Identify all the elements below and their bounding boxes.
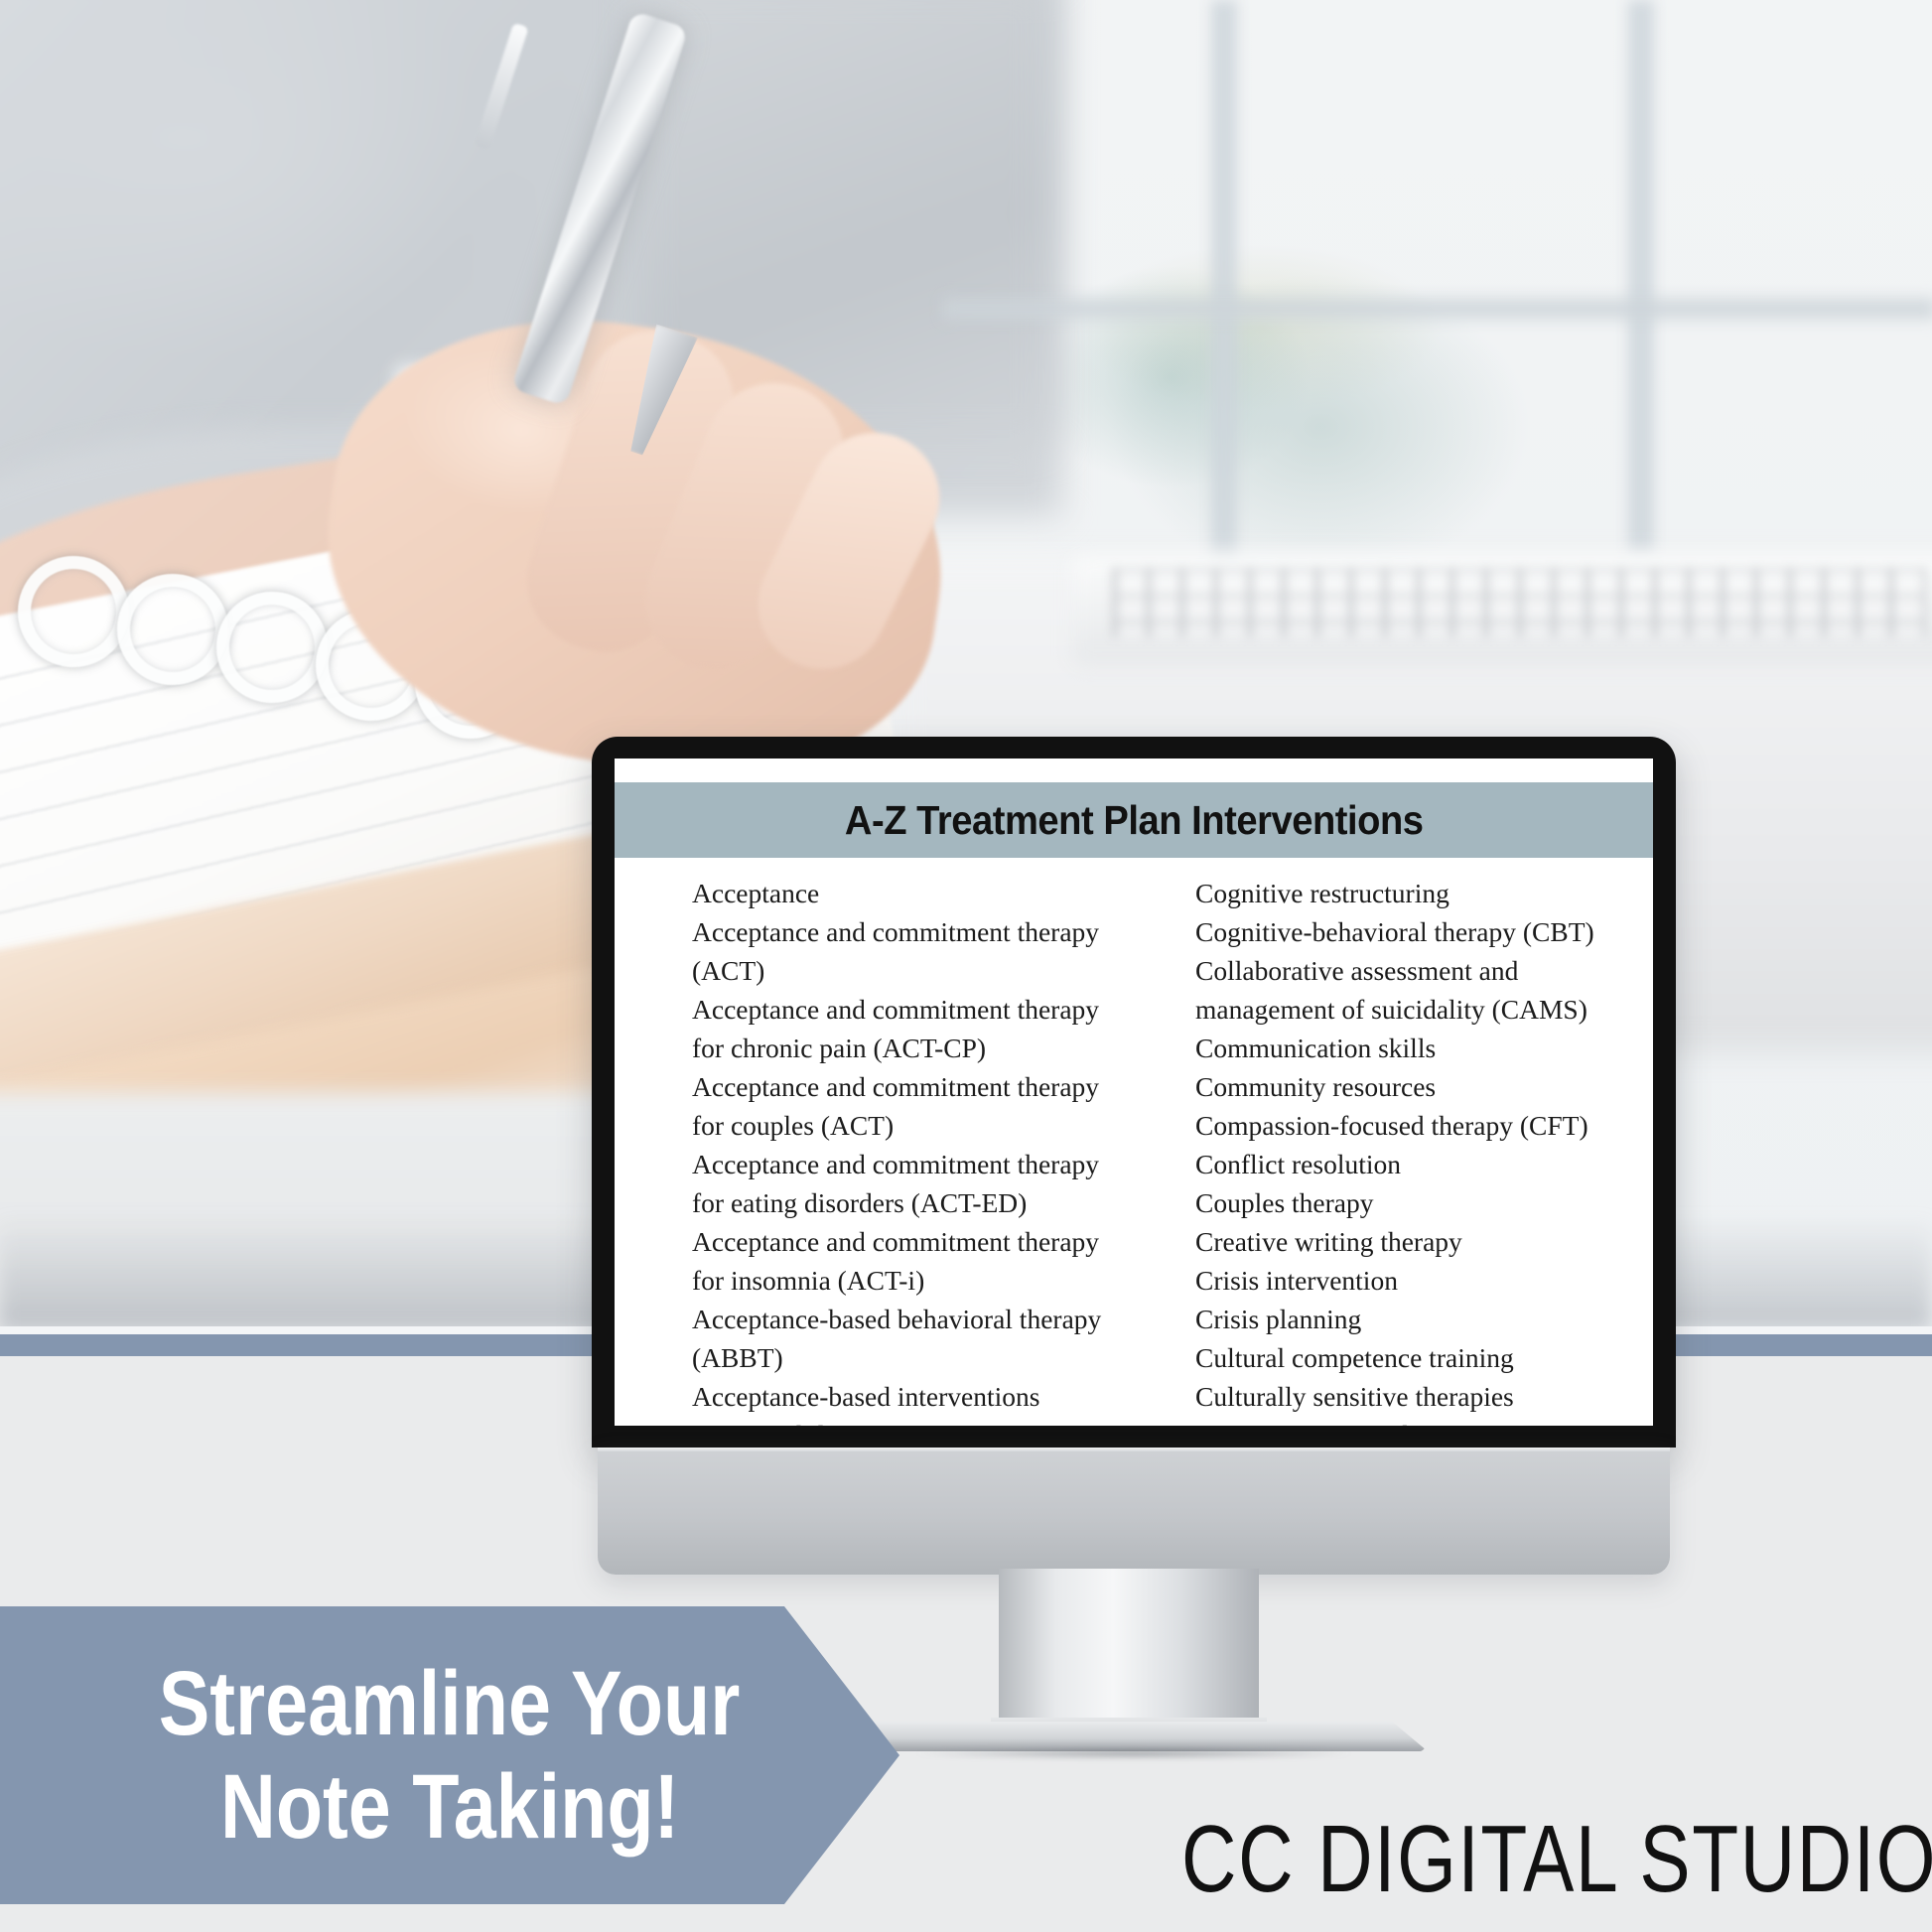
list-item: Acceptance and commitment therapy for co…: [692, 1071, 1100, 1141]
banner-line-2: Note Taking!: [219, 1756, 680, 1858]
list-item: Collaborative assessment and management …: [1195, 955, 1587, 1025]
left-column: Acceptance Acceptance and commitment the…: [615, 874, 1134, 1426]
list-item: Creative writing therapy: [1195, 1226, 1462, 1257]
list-item: Cognitive-behavioral therapy (CBT): [1195, 916, 1594, 947]
list-item: Dance/movement therapy: [1195, 1416, 1653, 1426]
monitor-screen: A-Z Treatment Plan Interventions Accepta…: [615, 759, 1653, 1426]
list-item: Conflict resolution: [1195, 1149, 1401, 1179]
list-item: Accountability: [692, 1416, 1134, 1426]
list-item: Acceptance: [692, 878, 820, 908]
list-item: Couples therapy: [1195, 1187, 1374, 1218]
list-item: Cultural competence training: [1195, 1342, 1514, 1373]
list-item: Community resources: [1195, 1071, 1437, 1102]
monitor-chin: [598, 1448, 1670, 1575]
list-item: Crisis planning: [1195, 1304, 1362, 1334]
list-item: Acceptance and commitment therapy for ch…: [692, 994, 1100, 1063]
list-item: Communication skills: [1195, 1033, 1437, 1063]
banner-line-1: Streamline Your: [159, 1653, 741, 1754]
list-item: Acceptance and commitment therapy for in…: [692, 1226, 1100, 1296]
monitor-stand-shadow: [826, 1745, 1442, 1761]
slide-title: A-Z Treatment Plan Interventions: [844, 796, 1424, 843]
window-mullion-vertical-2: [1628, 0, 1654, 556]
brand-name: CC DIGITAL STUDIOS: [1181, 1806, 1932, 1912]
promo-banner-arrow: Streamline Your Note Taking!: [0, 1606, 899, 1904]
right-column: Cognitive restructuring Cognitive-behavi…: [1134, 874, 1653, 1426]
list-item: Cognitive restructuring: [1195, 878, 1449, 908]
slide-title-band: A-Z Treatment Plan Interventions: [615, 782, 1653, 858]
list-item: Acceptance and commitment therapy (ACT): [692, 916, 1100, 986]
window-mullion-horizontal: [943, 298, 1932, 320]
slide-columns: Acceptance Acceptance and commitment the…: [615, 874, 1653, 1426]
desktop-monitor: A-Z Treatment Plan Interventions Accepta…: [592, 737, 1676, 1761]
keyboard-keys: [1112, 568, 1926, 637]
list-item: Acceptance and commitment therapy for ea…: [692, 1149, 1100, 1218]
list-item: Crisis intervention: [1195, 1265, 1398, 1296]
list-item: Acceptance-based behavioral therapy (ABB…: [692, 1304, 1102, 1373]
monitor-stand-neck: [991, 1569, 1267, 1741]
list-item: Acceptance-based interventions: [692, 1381, 1040, 1412]
list-item: Culturally sensitive therapies: [1195, 1381, 1514, 1412]
list-item: Compassion-focused therapy (CFT): [1195, 1110, 1588, 1141]
